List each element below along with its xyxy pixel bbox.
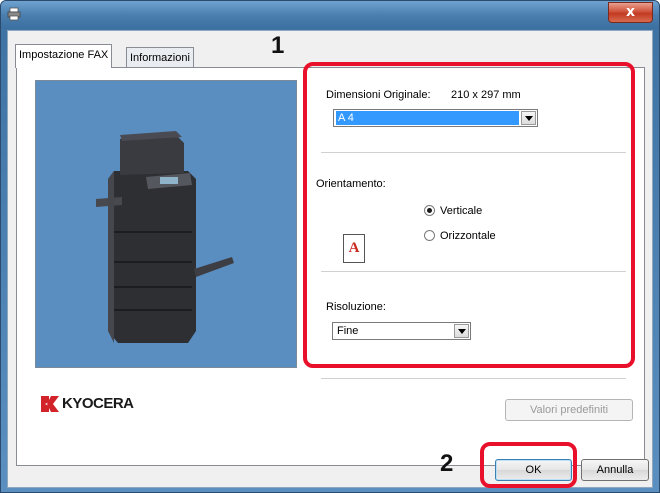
kyocera-logo-icon — [41, 395, 59, 412]
callout-number-2: 2 — [440, 450, 454, 477]
ok-callout-frame — [480, 442, 577, 488]
defaults-button[interactable]: Valori predefiniti — [505, 399, 633, 421]
tab-label: Informazioni — [130, 52, 190, 64]
separator — [321, 378, 626, 380]
tab-information[interactable]: Informazioni — [126, 47, 194, 68]
settings-callout-frame — [303, 62, 635, 368]
cancel-button[interactable]: Annulla — [581, 459, 649, 481]
cancel-button-label: Annulla — [596, 464, 634, 476]
device-preview — [35, 80, 297, 368]
tab-fax-settings[interactable]: Impostazione FAX — [15, 44, 113, 68]
close-button[interactable]: x — [608, 2, 653, 23]
multifunction-printer-icon — [96, 131, 234, 343]
printer-icon — [7, 7, 21, 21]
tab-label: Impostazione FAX — [19, 49, 109, 61]
callout-number-1: 1 — [271, 32, 285, 59]
title-bar[interactable]: x — [1, 1, 659, 29]
defaults-button-label: Valori predefiniti — [529, 404, 609, 416]
close-icon: x — [625, 4, 636, 20]
kyocera-logo: KYOCERA — [41, 395, 134, 412]
logo-text: KYOCERA — [62, 395, 134, 412]
